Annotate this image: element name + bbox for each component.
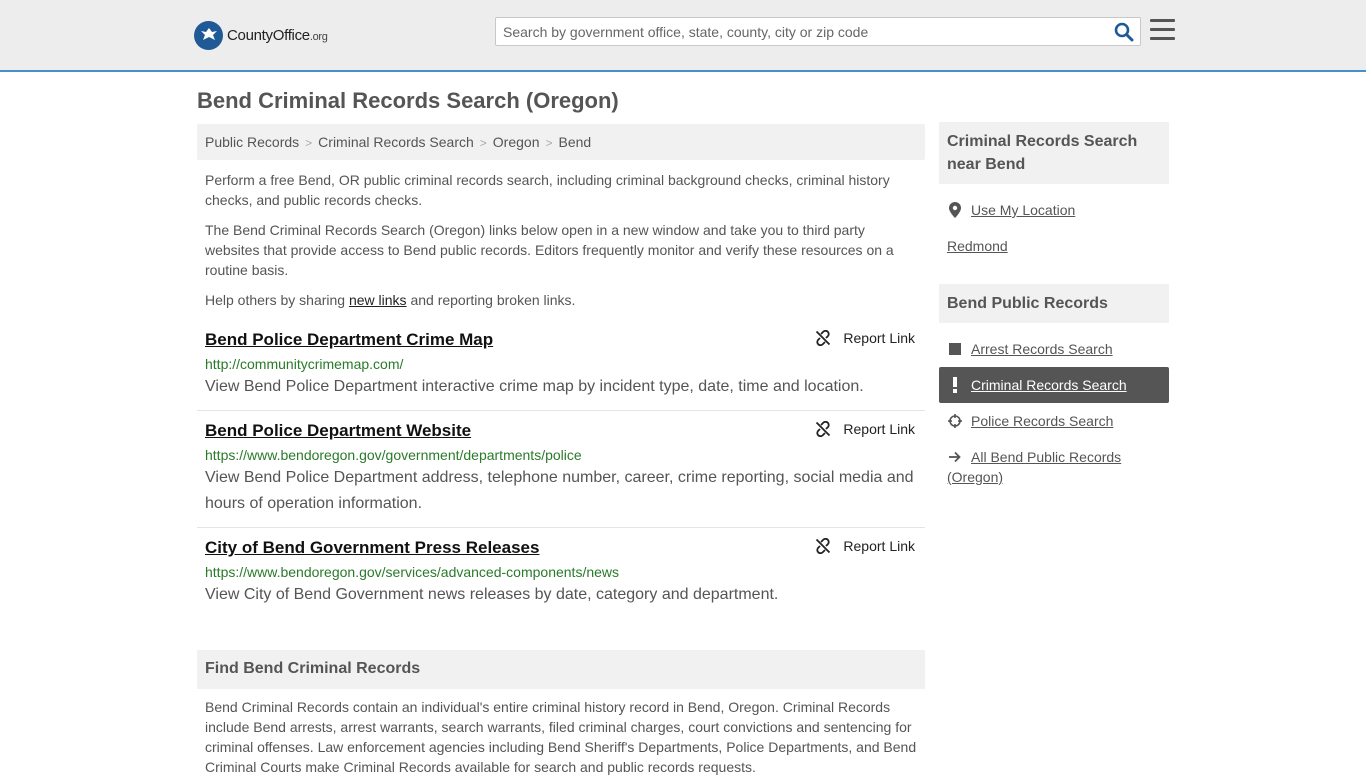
breadcrumb-separator: > (545, 136, 553, 150)
find-records-heading: Find Bend Criminal Records (197, 650, 925, 689)
search-icon (1114, 22, 1134, 42)
arrow-right-icon (947, 447, 963, 467)
entry-description: View Bend Police Department interactive … (205, 378, 864, 395)
sidebar-item-criminal-records[interactable]: Criminal Records Search (939, 367, 1169, 403)
nearby-city-link[interactable]: Redmond (947, 236, 1008, 256)
intro-help-text: Help others by sharing (205, 292, 349, 308)
sidebar-link-label[interactable]: Arrest Records Search (971, 339, 1113, 359)
breadcrumb-bend[interactable]: Bend (559, 134, 592, 150)
intro-paragraph-2: The Bend Criminal Records Search (Oregon… (205, 222, 894, 278)
report-link-label: Report Link (843, 538, 915, 554)
report-link-button[interactable]: Report Link (815, 330, 915, 346)
report-link-label: Report Link (843, 421, 915, 437)
entry-description: View Bend Police Department address, tel… (205, 469, 914, 512)
intro-paragraph-3: Help others by sharing new links and rep… (205, 290, 917, 310)
entry-url: https://www.bendoregon.gov/services/adva… (205, 564, 620, 580)
exclamation-icon (947, 375, 963, 395)
site-header: CountyOffice.org (0, 0, 1366, 72)
search-button[interactable] (1114, 22, 1134, 42)
breadcrumb-oregon[interactable]: Oregon (493, 134, 540, 150)
record-link-entry: Bend Police Department Website Report Li… (197, 421, 925, 528)
logo-main: CountyOffice (227, 26, 310, 44)
sidebar-item-all-public-records[interactable]: All Bend Public Records (Oregon) (939, 447, 1169, 487)
breadcrumb: Public Records > Criminal Records Search > O… (197, 124, 925, 160)
record-link-entry: City of Bend Government Press Releases R… (197, 538, 925, 619)
report-link-button[interactable]: Report Link (815, 538, 915, 554)
sidebar-link-label[interactable]: Criminal Records Search (971, 375, 1127, 395)
sidebar-link-label[interactable]: Police Records Search (971, 411, 1113, 431)
sidebar-link-label[interactable]: All Bend Public Records (Oregon) (947, 449, 1121, 485)
breadcrumb-separator: > (305, 136, 313, 150)
sidebar-near-heading: Criminal Records Search near Bend (939, 122, 1169, 184)
use-location-item[interactable]: Use My Location (939, 200, 1169, 220)
find-records-text: Bend Criminal Records contain an individ… (205, 699, 917, 775)
search-input[interactable] (503, 21, 1103, 43)
new-links-link[interactable]: new links (349, 292, 407, 308)
entry-url: http://communitycrimemap.com/ (205, 356, 404, 372)
site-logo[interactable]: CountyOffice.org (194, 20, 328, 50)
entry-title-link[interactable]: Bend Police Department Crime Map (205, 330, 493, 349)
sidebar-item-police-records[interactable]: Police Records Search (939, 411, 1169, 431)
broken-link-icon (816, 330, 831, 346)
breadcrumb-criminal-records[interactable]: Criminal Records Search (318, 134, 474, 150)
report-link-button[interactable]: Report Link (815, 421, 915, 437)
intro-help-text-end: and reporting broken links. (406, 292, 576, 308)
entry-description: View City of Bend Government news releas… (205, 586, 779, 603)
logo-tld: .org (309, 30, 328, 43)
square-icon (947, 339, 963, 359)
nearby-city-item: Redmond (939, 236, 1169, 256)
page-title: Bend Criminal Records Search (Oregon) (197, 88, 619, 113)
broken-link-icon (816, 538, 831, 554)
crosshair-icon (947, 411, 963, 431)
entry-url: https://www.bendoregon.gov/government/de… (205, 447, 582, 463)
breadcrumb-separator: > (479, 136, 487, 150)
entry-title-link[interactable]: Bend Police Department Website (205, 421, 471, 440)
broken-link-icon (816, 421, 831, 437)
logo-text: CountyOffice.org (227, 27, 328, 44)
record-link-entry: Bend Police Department Crime Map Report … (197, 330, 925, 411)
report-link-label: Report Link (843, 330, 915, 346)
search-box (495, 17, 1141, 46)
sidebar-public-records-heading: Bend Public Records (939, 284, 1169, 323)
logo-seal-icon (194, 20, 223, 50)
use-location-link[interactable]: Use My Location (971, 200, 1075, 220)
hamburger-menu-icon[interactable] (1150, 19, 1175, 41)
breadcrumb-public-records[interactable]: Public Records (205, 134, 299, 150)
map-marker-icon (947, 200, 963, 220)
entry-title-link[interactable]: City of Bend Government Press Releases (205, 538, 539, 557)
intro-paragraph-1: Perform a free Bend, OR public criminal … (205, 172, 890, 208)
sidebar-item-arrest-records[interactable]: Arrest Records Search (939, 339, 1169, 359)
